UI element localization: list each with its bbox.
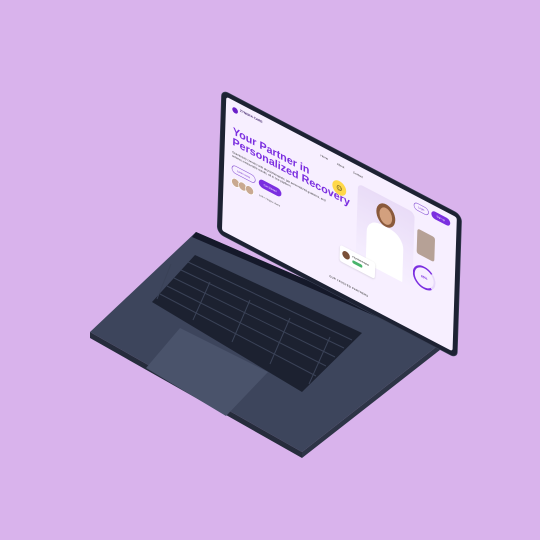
nav-contact[interactable]: Contact xyxy=(353,171,363,179)
side-photo xyxy=(416,228,436,263)
nav-home[interactable]: Home xyxy=(320,154,328,161)
site-logo[interactable]: ZYNERA CARE xyxy=(240,109,263,125)
website-display: ZYNERA CARE Home About Contact Login Sig… xyxy=(221,96,457,352)
progress-ring-icon: 85% xyxy=(412,260,436,295)
logo-icon xyxy=(232,106,239,115)
laptop-screen-wrap: ZYNERA CARE Home About Contact Login Sig… xyxy=(200,90,462,358)
signup-button[interactable]: Sign up xyxy=(431,209,451,228)
nav-about[interactable]: About xyxy=(337,162,345,169)
laptop-screen: ZYNERA CARE Home About Contact Login Sig… xyxy=(217,90,462,358)
avatar xyxy=(342,249,350,261)
login-button[interactable]: Login xyxy=(413,201,429,217)
partners-heading: OUR TRUSTED PARTNERS xyxy=(329,274,369,298)
avatar xyxy=(244,183,255,197)
